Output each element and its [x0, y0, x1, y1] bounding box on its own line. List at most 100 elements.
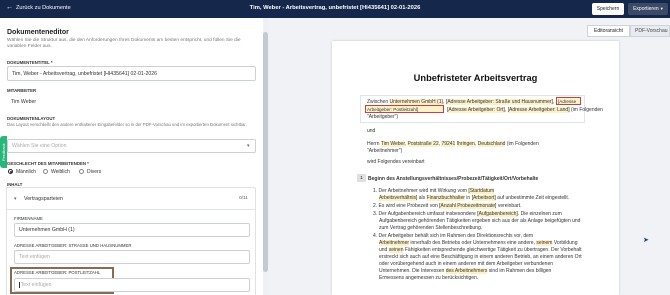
- employee-value: Tim Weber: [11, 98, 37, 105]
- company-input[interactable]: Unternehmen GmbH (1): [14, 223, 250, 237]
- employee-select[interactable]: Tim Weber: [7, 94, 256, 109]
- mouse-pointer-icon: ➤: [643, 237, 649, 244]
- doc-text: Arbeitgeber: Postleitzahl]: [367, 107, 419, 112]
- radio-female-label: Weiblich: [51, 168, 70, 175]
- doc-field[interactable]: seinen: [388, 247, 404, 253]
- doc-text: zum Vertrag gehörenden Stellenbeschreibu…: [379, 225, 483, 231]
- doc-field[interactable]: [Anzahl Probezeitmonate]: [439, 203, 497, 209]
- doc-field[interactable]: [Adresse Arbeitgeber: Ort]: [447, 107, 505, 113]
- doc-field[interactable]: [Aufgabenbereich]: [477, 211, 518, 217]
- doc-text: Ermessens angemessen zu berücksichtigen.: [379, 275, 479, 281]
- zip-input[interactable]: Text einfügen: [14, 278, 250, 292]
- doc-text: Herrn: [367, 141, 380, 147]
- doc-field[interactable]: [Adresse Arbeitgeber: Straße und Hausnum…: [445, 99, 553, 105]
- doc-line: Arbeitnehmer innerhalb des Betriebs oder…: [379, 240, 577, 246]
- company-label: FIRMENNAME: [14, 216, 43, 221]
- doc-field[interactable]: Tim Weber: [380, 141, 405, 147]
- radio-male-label: Männlich: [16, 168, 37, 175]
- export-button[interactable]: Exportieren ▾: [628, 3, 668, 15]
- tab-pdf-preview[interactable]: PDF-Vorschau: [630, 25, 670, 37]
- doc-text: und: [367, 128, 376, 134]
- layout-placeholder: Wählen Sie eine Option: [12, 143, 67, 149]
- doc-field[interactable]: Finanzbuchhalter: [426, 195, 465, 201]
- document-title: Tim, Weber - Arbeitsvertrag, unbefristet…: [249, 5, 421, 11]
- doc-line: Arbeitsverhältnis] als Finanzbuchhalter …: [379, 195, 569, 201]
- doc-text: . Die einzelnen zum: [517, 211, 562, 217]
- doc-text: als: [418, 195, 426, 201]
- doc-field[interactable]: des Arbeitnehmers: [445, 268, 488, 274]
- doc-line: Herrn Tim Weber, Poststraße 22, 79241 Ih…: [367, 141, 539, 147]
- feedback-side-tab[interactable]: Feedback: [0, 136, 7, 168]
- arrow-left-icon: ←: [6, 4, 13, 11]
- doc-field[interactable]: Poststraße 22: [407, 141, 439, 147]
- company-value: Unternehmen GmbH (1): [19, 227, 75, 233]
- doc-line: 2. Es wird eine Probezeit von [Anzahl Pr…: [373, 203, 521, 209]
- doc-text: 4. Der Arbeitgeber behält sich im Rahmen…: [373, 233, 534, 239]
- top-bar: ← Zurück zu Dokumente Tim, Weber - Arbei…: [0, 0, 670, 18]
- doc-text: Unternehmen. Die Interessen: [379, 268, 445, 274]
- doc-text: Aufgabenbereich gehörenden Tätigkeiten e…: [379, 218, 581, 224]
- back-label: Zurück zu Dokumente: [16, 5, 71, 11]
- doc-text: auf unbestimmte Zeit eingestellt.: [497, 195, 570, 201]
- back-to-documents-link[interactable]: ← Zurück zu Dokumente: [6, 4, 71, 11]
- doc-text: "Arbeitgeber"): [367, 114, 399, 120]
- doc-line: 3. Der Aufgabenbereich umfasst insbesond…: [373, 211, 562, 217]
- zip-placeholder: Text einfügen: [20, 282, 52, 288]
- doc-text: "Arbeitnehmer"): [367, 148, 403, 154]
- employee-label: MITARBEITER: [7, 88, 37, 93]
- doc-field[interactable]: Deutschland: [477, 141, 506, 147]
- gender-label: GESCHLECHT DES MITARBEITENDEN *: [7, 161, 89, 166]
- doc-text: (im Folgenden: [570, 107, 603, 113]
- radio-diverse[interactable]: [79, 169, 84, 174]
- doc-text: oder vorübergehend auch in einem anderen…: [379, 261, 554, 267]
- doc-text: 1. Der Arbeitnehmer wird mit Wirkung vom: [373, 188, 467, 194]
- doc-text: erstreckt sich auch auf eine Beschäftigu…: [379, 254, 582, 260]
- street-label: ADRESSE ARBEITGEBER: STRASSE UND HAUSNUM…: [14, 243, 132, 248]
- doc-text: 3. Der Aufgabenbereich umfasst insbesond…: [373, 211, 476, 217]
- chevron-down-icon: ▾: [660, 6, 663, 11]
- doc-text: [Adresse: [558, 99, 577, 104]
- doc-line: 1. Der Arbeitnehmer wird mit Wirkung vom…: [373, 188, 495, 194]
- section-number: 1: [357, 174, 366, 182]
- doc-text: sind im Rahmen des billigen: [488, 268, 552, 274]
- zip-label: ADRESSE ARBEITGEBER: POSTLEITZAHL: [14, 270, 101, 275]
- document-heading: Unbefristeter Arbeitsvertrag: [413, 73, 538, 83]
- doc-line: [Adresse Arbeitgeber: Ort], [Adresse Arb…: [447, 107, 603, 113]
- doc-title-input[interactable]: Tim, Weber - Arbeitsvertrag, unbefristet…: [7, 66, 256, 81]
- editor-title: Dokumenteneditor: [7, 29, 69, 36]
- section-count: 0/11: [239, 196, 248, 201]
- layout-description: Das Layout verschließt den andere enthal…: [7, 122, 247, 127]
- layout-select[interactable]: Wählen Sie eine Option: [7, 139, 256, 153]
- doc-field[interactable]: seinem: [536, 240, 553, 246]
- doc-field[interactable]: Ihringen: [456, 141, 475, 147]
- doc-text: vereinbart.: [497, 203, 522, 209]
- doc-line: Unternehmen. Die Interessen des Arbeitne…: [379, 268, 551, 274]
- doc-title-value: Tim, Weber - Arbeitsvertrag, unbefristet…: [12, 70, 158, 77]
- radio-female[interactable]: [43, 169, 48, 174]
- save-button[interactable]: Speichern: [592, 3, 624, 15]
- doc-text: ,: [552, 99, 555, 105]
- radio-diverse-label: Divers: [87, 168, 102, 175]
- doc-line: und seinen Fähigkeiten entsprechende gle…: [379, 247, 582, 253]
- doc-field[interactable]: 79241: [441, 141, 456, 147]
- text-cursor: [19, 282, 20, 288]
- doc-field[interactable]: Arbeitnehmer: [379, 240, 410, 246]
- chevron-down-icon: ▾: [247, 143, 250, 149]
- doc-text: Fähigkeiten entsprechende gleichwertige …: [404, 247, 582, 253]
- radio-male[interactable]: [8, 169, 13, 174]
- doc-title-label: DOKUMENTENTITEL *: [7, 60, 53, 65]
- layout-label: DOKUMENTENLAYOUT: [7, 116, 56, 121]
- doc-field[interactable]: Arbeitsverhältnis]: [379, 195, 418, 201]
- tab-editor-view[interactable]: Editoransicht: [587, 25, 630, 37]
- doc-text: Vorbildung: [553, 240, 578, 246]
- doc-text: 2. Es wird eine Probezeit von: [373, 203, 438, 209]
- export-label: Exportieren: [633, 6, 659, 12]
- doc-field[interactable]: [Startdatum: [468, 188, 495, 194]
- doc-text: innerhalb des Betriebs oder Unternehmens…: [410, 240, 535, 246]
- doc-field[interactable]: [Adresse Arbeitgeber: Land]: [507, 107, 570, 113]
- doc-field[interactable]: [Arbeitsort]: [471, 195, 496, 201]
- street-input[interactable]: Text einfügen: [14, 250, 250, 264]
- doc-text: (im Folgenden: [506, 141, 539, 147]
- street-placeholder: Text einfügen: [19, 254, 50, 260]
- editor-description: Wählen Sie die Struktur aus, die den Anf…: [7, 38, 241, 49]
